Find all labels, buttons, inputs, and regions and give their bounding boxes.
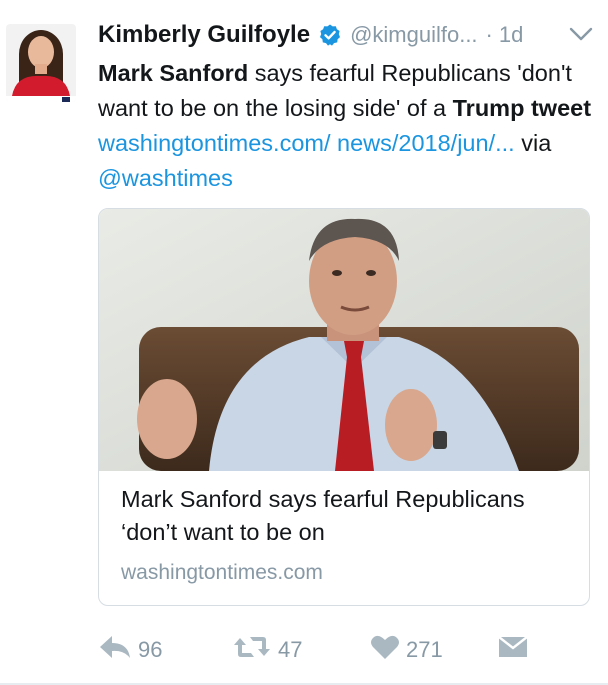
author-name[interactable]: Kimberly Guilfoyle xyxy=(98,21,310,49)
tweet-bold-phrase: Trump tweet xyxy=(452,95,592,121)
chevron-down-icon[interactable] xyxy=(568,26,594,42)
reply-icon xyxy=(98,634,132,666)
author-handle[interactable]: @kimguilfo... xyxy=(350,22,477,48)
reply-button[interactable]: 96 xyxy=(98,630,162,670)
link-preview-card[interactable]: Mark Sanford says fearful Republicans ‘d… xyxy=(98,208,590,606)
like-count: 271 xyxy=(406,637,443,662)
tweet-header: Kimberly Guilfoyle @kimguilfo... · 1d xyxy=(98,17,598,53)
direct-message-button[interactable] xyxy=(498,630,528,670)
tweet-timestamp[interactable]: 1d xyxy=(499,22,523,48)
tweet-text: Mark Sanford says fearful Republicans 'd… xyxy=(98,56,598,196)
heart-icon xyxy=(370,634,400,666)
card-title[interactable]: Mark Sanford says fearful Republicans ‘d… xyxy=(121,483,571,549)
retweet-count: 47 xyxy=(278,637,303,662)
verified-badge-icon xyxy=(318,23,342,47)
retweet-icon xyxy=(232,634,272,666)
retweet-button[interactable]: 47 xyxy=(232,630,302,670)
envelope-icon xyxy=(498,635,528,665)
article-link[interactable]: washingtontimes.com/ news/2018/jun/... xyxy=(98,130,515,156)
reply-count: 96 xyxy=(138,637,163,662)
card-domain: washingtontimes.com xyxy=(121,561,323,584)
tweet-bold-subject: Mark Sanford xyxy=(98,60,249,86)
tweet-action-bar: 96 47 271 xyxy=(98,630,598,670)
mention-link[interactable]: @washtimes xyxy=(98,165,233,191)
separator-dot: · xyxy=(485,22,493,47)
tweet-text-via: via xyxy=(514,130,552,156)
like-button[interactable]: 271 xyxy=(370,630,443,670)
avatar[interactable] xyxy=(6,24,76,102)
article-photo xyxy=(99,209,589,471)
